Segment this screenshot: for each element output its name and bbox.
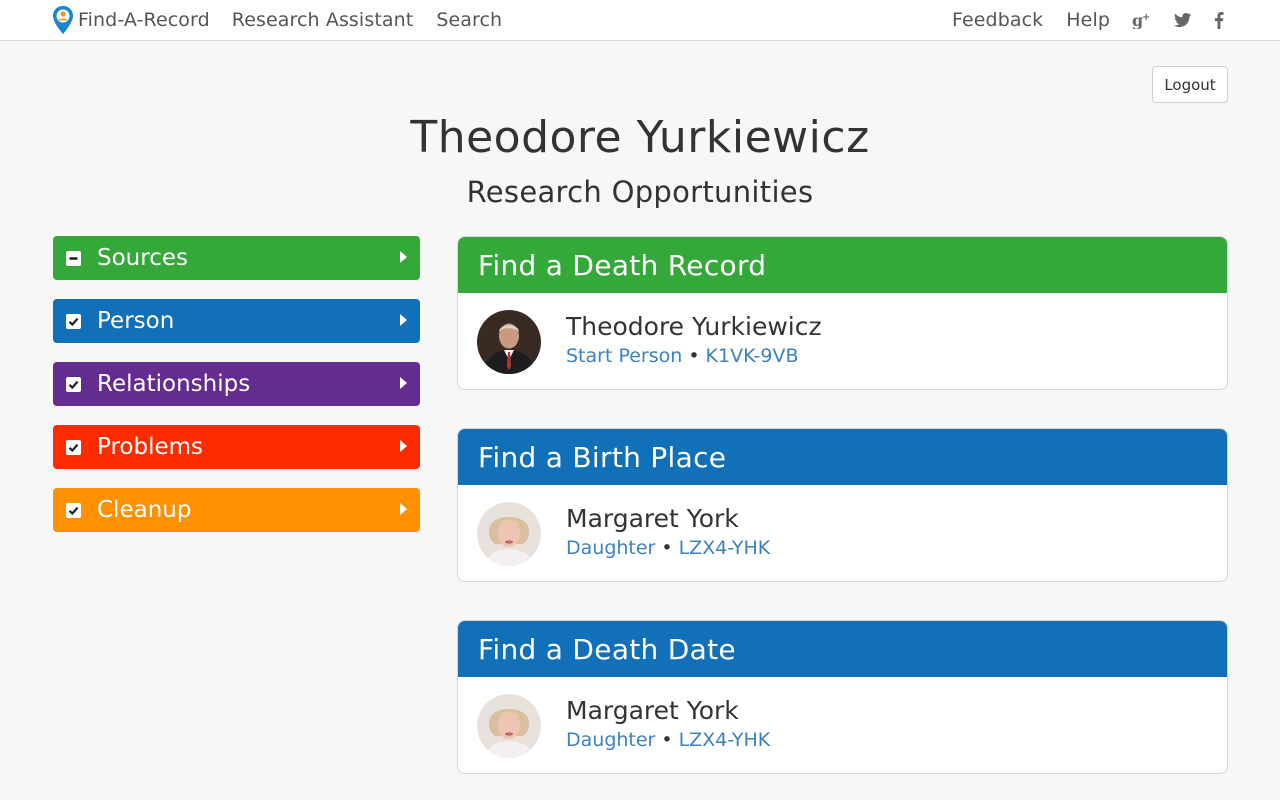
sidebar-item-relationships[interactable]: Relationships — [53, 362, 420, 406]
separator-dot: • — [661, 729, 673, 751]
nav-link-search[interactable]: Search — [436, 9, 502, 31]
nav-link-research-assistant[interactable]: Research Assistant — [232, 9, 414, 31]
person-info: Margaret York Daughter • LZX4-YHK — [566, 696, 770, 751]
card-title[interactable]: Find a Death Record — [458, 237, 1227, 293]
person-id-link[interactable]: LZX4-YHK — [679, 729, 771, 751]
person-name[interactable]: Theodore Yurkiewicz — [566, 312, 822, 341]
category-sidebar: Sources Person Relationships Problems Cl… — [53, 236, 420, 551]
google-plus-icon[interactable]: g + — [1132, 11, 1152, 29]
brand-link[interactable]: Find-A-Record — [52, 5, 232, 35]
person-meta: Daughter • LZX4-YHK — [566, 537, 770, 559]
person-meta: Daughter • LZX4-YHK — [566, 729, 770, 751]
partial-checkbox-icon[interactable] — [66, 250, 81, 266]
person-relation-link[interactable]: Daughter — [566, 729, 655, 751]
person-relation-link[interactable]: Start Person — [566, 345, 682, 367]
page-title: Theodore Yurkiewicz — [410, 112, 870, 163]
person-avatar[interactable] — [477, 309, 541, 374]
card-body: Margaret York Daughter • LZX4-YHK — [458, 677, 1227, 773]
twitter-icon[interactable] — [1174, 12, 1192, 28]
sidebar-item-problems[interactable]: Problems — [53, 425, 420, 469]
logout-button[interactable]: Logout — [1152, 66, 1228, 103]
opportunity-card: Find a Death Date Margaret York Daughter… — [457, 620, 1228, 774]
sidebar-item-label: Person — [97, 308, 175, 334]
sidebar-item-label: Sources — [97, 245, 188, 271]
nav-link-help[interactable]: Help — [1066, 9, 1110, 31]
person-name[interactable]: Margaret York — [566, 504, 770, 533]
checked-checkbox-icon[interactable] — [66, 439, 81, 455]
page-subtitle: Research Opportunities — [466, 175, 814, 209]
opportunity-card: Find a Death Record Theodore Yurkiewicz … — [457, 236, 1228, 390]
nav-right-group: Feedback Help g + — [929, 0, 1224, 40]
sidebar-item-person[interactable]: Person — [53, 299, 420, 343]
brand-label: Find-A-Record — [78, 9, 210, 31]
sidebar-item-label: Problems — [97, 434, 204, 460]
person-id-link[interactable]: LZX4-YHK — [679, 537, 771, 559]
sidebar-item-label: Cleanup — [97, 497, 192, 523]
sidebar-item-sources[interactable]: Sources — [53, 236, 420, 280]
person-info: Margaret York Daughter • LZX4-YHK — [566, 504, 770, 559]
person-avatar[interactable] — [477, 501, 541, 566]
card-body: Theodore Yurkiewicz Start Person • K1VK-… — [458, 293, 1227, 389]
caret-right-icon — [400, 503, 407, 515]
card-title[interactable]: Find a Birth Place — [458, 429, 1227, 485]
separator-dot: • — [688, 345, 700, 367]
person-id-link[interactable]: K1VK-9VB — [706, 345, 799, 367]
caret-right-icon — [400, 314, 407, 326]
card-title[interactable]: Find a Death Date — [458, 621, 1227, 677]
caret-right-icon — [400, 440, 407, 452]
nav-left-group: Find-A-Record Research Assistant Search — [52, 0, 525, 40]
top-navbar: Find-A-Record Research Assistant Search … — [0, 0, 1280, 41]
card-body: Margaret York Daughter • LZX4-YHK — [458, 485, 1227, 581]
caret-right-icon — [400, 251, 407, 263]
facebook-icon[interactable] — [1214, 11, 1224, 29]
opportunity-list: Find a Death Record Theodore Yurkiewicz … — [457, 236, 1228, 800]
person-meta: Start Person • K1VK-9VB — [566, 345, 822, 367]
person-avatar[interactable] — [477, 693, 541, 758]
nav-link-feedback[interactable]: Feedback — [952, 9, 1043, 31]
sidebar-item-cleanup[interactable]: Cleanup — [53, 488, 420, 532]
map-pin-logo-icon — [53, 6, 73, 34]
person-name[interactable]: Margaret York — [566, 696, 770, 725]
checked-checkbox-icon[interactable] — [66, 376, 81, 392]
opportunity-card: Find a Birth Place Margaret York Daughte… — [457, 428, 1228, 582]
checked-checkbox-icon[interactable] — [66, 313, 81, 329]
sidebar-item-label: Relationships — [97, 371, 251, 397]
separator-dot: • — [661, 537, 673, 559]
person-info: Theodore Yurkiewicz Start Person • K1VK-… — [566, 312, 822, 367]
caret-right-icon — [400, 377, 407, 389]
checked-checkbox-icon[interactable] — [66, 502, 81, 518]
person-relation-link[interactable]: Daughter — [566, 537, 655, 559]
svg-text:+: + — [1142, 12, 1150, 23]
